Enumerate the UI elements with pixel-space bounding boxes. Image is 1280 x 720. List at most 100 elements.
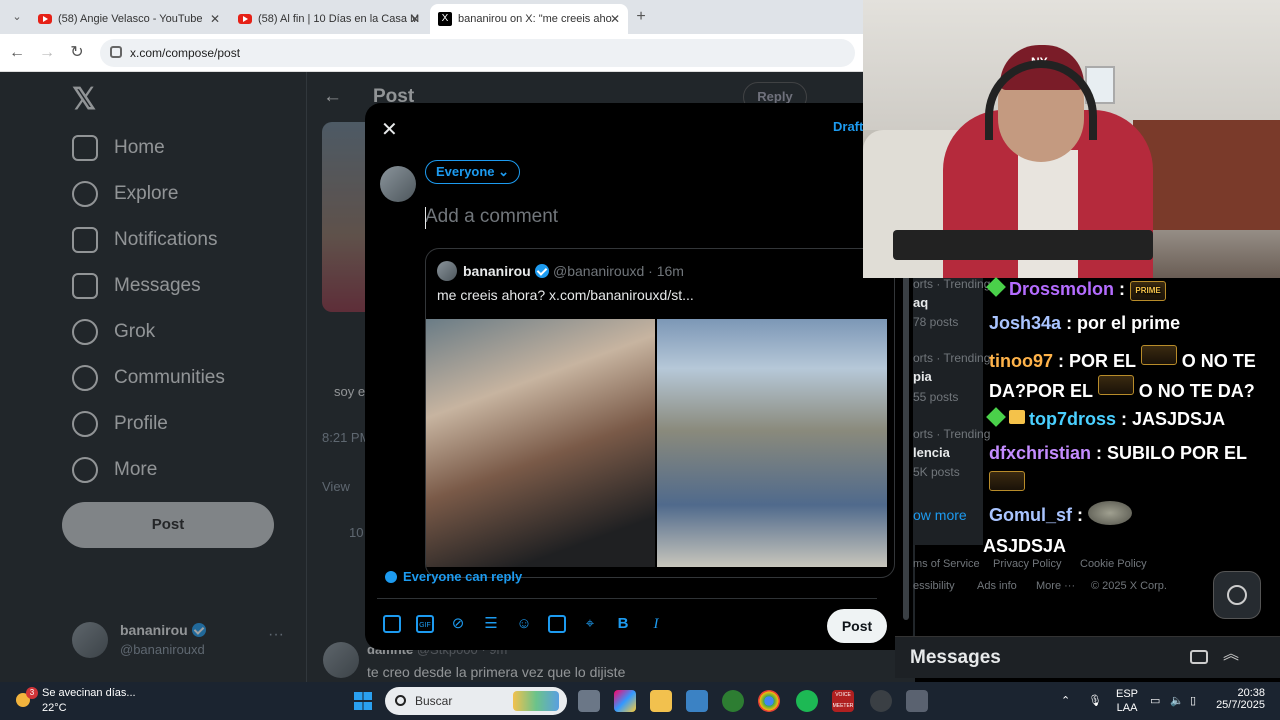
xbox-icon[interactable]	[722, 690, 744, 712]
footer-link[interactable]: essibility	[913, 580, 955, 592]
youtube-icon	[238, 14, 252, 24]
chat-username: dfxchristian	[989, 443, 1092, 463]
snipping-tool-icon[interactable]	[906, 690, 928, 712]
audience-label: Everyone	[436, 164, 495, 179]
quoted-post[interactable]: bananirou @bananirouxd · 16m me creeis a…	[425, 248, 895, 578]
prime-emote-icon	[1097, 375, 1134, 395]
chat-message: top7dross : JASJDSJA	[986, 407, 1225, 430]
volume-icon[interactable]: 🔈	[1170, 694, 1184, 707]
show-more-link[interactable]: ow more	[913, 507, 967, 523]
trend-category: orts · Trending	[913, 427, 991, 441]
chat-text: O NO TE DA?	[1138, 381, 1255, 401]
chrome-icon[interactable]	[758, 690, 780, 712]
microphone-icon[interactable]: 🎙	[1088, 694, 1102, 707]
obs-icon[interactable]	[870, 690, 892, 712]
search-label: Buscar	[415, 694, 453, 708]
back-button[interactable]: ←	[6, 42, 28, 64]
trend-posts: 55 posts	[913, 390, 959, 404]
trend-category: orts · Trending	[913, 351, 991, 365]
footer-link[interactable]: More ···	[1036, 580, 1075, 592]
avatar	[380, 166, 416, 202]
location-icon[interactable]: ⌖	[581, 615, 599, 633]
youtube-icon	[38, 14, 52, 24]
spotify-icon[interactable]	[796, 690, 818, 712]
trends-panel: orts · Trending aq 78 posts orts · Trend…	[913, 275, 990, 545]
clock[interactable]: 20:38 25/7/2025	[1213, 687, 1265, 711]
compose-modal: ✕ Drafts Everyone ⌄ bananirou @bananirou…	[365, 103, 913, 650]
chat-text: DA?POR EL	[989, 381, 1093, 401]
messages-drawer[interactable]: Messages ︽	[895, 636, 1280, 678]
windows-start-icon[interactable]	[354, 692, 372, 710]
globe-icon	[385, 571, 397, 583]
tab-label: (58) Al fin | 10 Días en la Casa M	[258, 13, 420, 25]
chat-message-cont: DA?POR EL O NO TE DA?	[989, 375, 1255, 402]
close-tab-icon[interactable]: ✕	[410, 12, 420, 26]
chat-message: dfxchristian : SUBILO POR EL	[989, 443, 1247, 464]
chat-text: : POR EL	[1058, 351, 1136, 371]
trend-name[interactable]: pia	[913, 369, 932, 384]
chat-username: Gomul_sf	[989, 505, 1073, 525]
tab-youtube-2[interactable]: (58) Al fin | 10 Días en la Casa M ✕	[230, 4, 428, 34]
reply-permission[interactable]: Everyone can reply	[385, 569, 522, 584]
chevron-down-icon: ⌄	[498, 164, 510, 179]
prime-emote-icon: PRIME	[1130, 281, 1167, 301]
address-bar: ← → ↻ x.com/compose/post	[0, 34, 863, 72]
url-text: x.com/compose/post	[130, 46, 241, 60]
trend-category: orts · Trending	[913, 277, 991, 291]
trend-name[interactable]: aq	[913, 295, 928, 310]
tab-list-button[interactable]: ⌄	[6, 6, 28, 28]
taskbar-search[interactable]: Buscar	[385, 687, 567, 715]
chat-message: Drossmolon : PRIME	[986, 277, 1167, 301]
grok-fab-button[interactable]	[1213, 571, 1261, 619]
divider	[377, 598, 877, 599]
new-tab-button[interactable]: +	[630, 6, 652, 28]
expand-icon[interactable]: ︽	[1223, 647, 1241, 664]
schedule-icon[interactable]	[548, 615, 566, 633]
tab-youtube-1[interactable]: (58) Angie Velasco - YouTube ✕	[30, 4, 228, 34]
copilot-icon[interactable]	[614, 690, 636, 712]
store-icon[interactable]	[686, 690, 708, 712]
footer-link[interactable]: Ads info	[977, 580, 1017, 592]
tab-x-post[interactable]: X bananirou on X: "me creeis aho ✕	[430, 4, 628, 34]
new-message-icon[interactable]	[1190, 650, 1208, 664]
avatar	[437, 261, 457, 281]
emoji-icon[interactable]: ☺	[515, 615, 533, 633]
trend-name[interactable]: lencia	[913, 445, 950, 460]
italic-icon[interactable]: I	[647, 615, 665, 633]
tab-label: (58) Angie Velasco - YouTube	[58, 13, 203, 25]
bold-icon[interactable]: B	[614, 615, 632, 633]
gem-badge-icon	[986, 277, 1006, 297]
close-tab-icon[interactable]: ✕	[210, 12, 220, 26]
file-explorer-icon[interactable]	[650, 690, 672, 712]
chevron-up-icon[interactable]: ⌃	[1061, 694, 1070, 707]
tab-label: bananirou on X: "me creeis aho	[458, 13, 612, 25]
lang-layout: LAA	[1116, 702, 1138, 714]
task-view-icon[interactable]	[578, 690, 600, 712]
compose-input[interactable]	[425, 203, 865, 231]
verified-badge-icon	[534, 264, 549, 278]
forward-button[interactable]: →	[36, 42, 58, 64]
grok-icon[interactable]: ⊘	[449, 615, 467, 633]
site-info-icon[interactable]	[110, 46, 122, 58]
quoted-video[interactable]	[426, 319, 655, 567]
close-tab-icon[interactable]: ✕	[610, 12, 620, 26]
reload-button[interactable]: ↻	[66, 42, 88, 64]
search-icon	[395, 695, 406, 706]
image-icon[interactable]	[383, 615, 401, 633]
gif-icon[interactable]: GIF	[416, 615, 434, 633]
footer-link[interactable]: ms of Service	[913, 558, 980, 570]
quoted-image[interactable]	[657, 319, 887, 567]
chat-text: O NO TE	[1181, 351, 1256, 371]
poll-icon[interactable]: ☰	[482, 615, 500, 633]
close-icon[interactable]: ✕	[381, 117, 398, 142]
gem-badge-icon	[986, 407, 1006, 427]
url-field[interactable]: x.com/compose/post	[100, 39, 855, 67]
battery-icon[interactable]: ▯	[1190, 694, 1196, 707]
modal-post-button[interactable]: Post	[827, 609, 887, 643]
network-icon[interactable]: ▭	[1150, 694, 1160, 707]
chat-text: :	[1119, 279, 1126, 299]
audience-selector[interactable]: Everyone ⌄	[425, 160, 521, 184]
voicemeeter-icon[interactable]: VOICE MEETER	[832, 690, 854, 712]
screen: ⌄ (58) Angie Velasco - YouTube ✕ (58) Al…	[0, 0, 1280, 720]
language-indicator[interactable]: ESP LAA	[1116, 687, 1138, 715]
